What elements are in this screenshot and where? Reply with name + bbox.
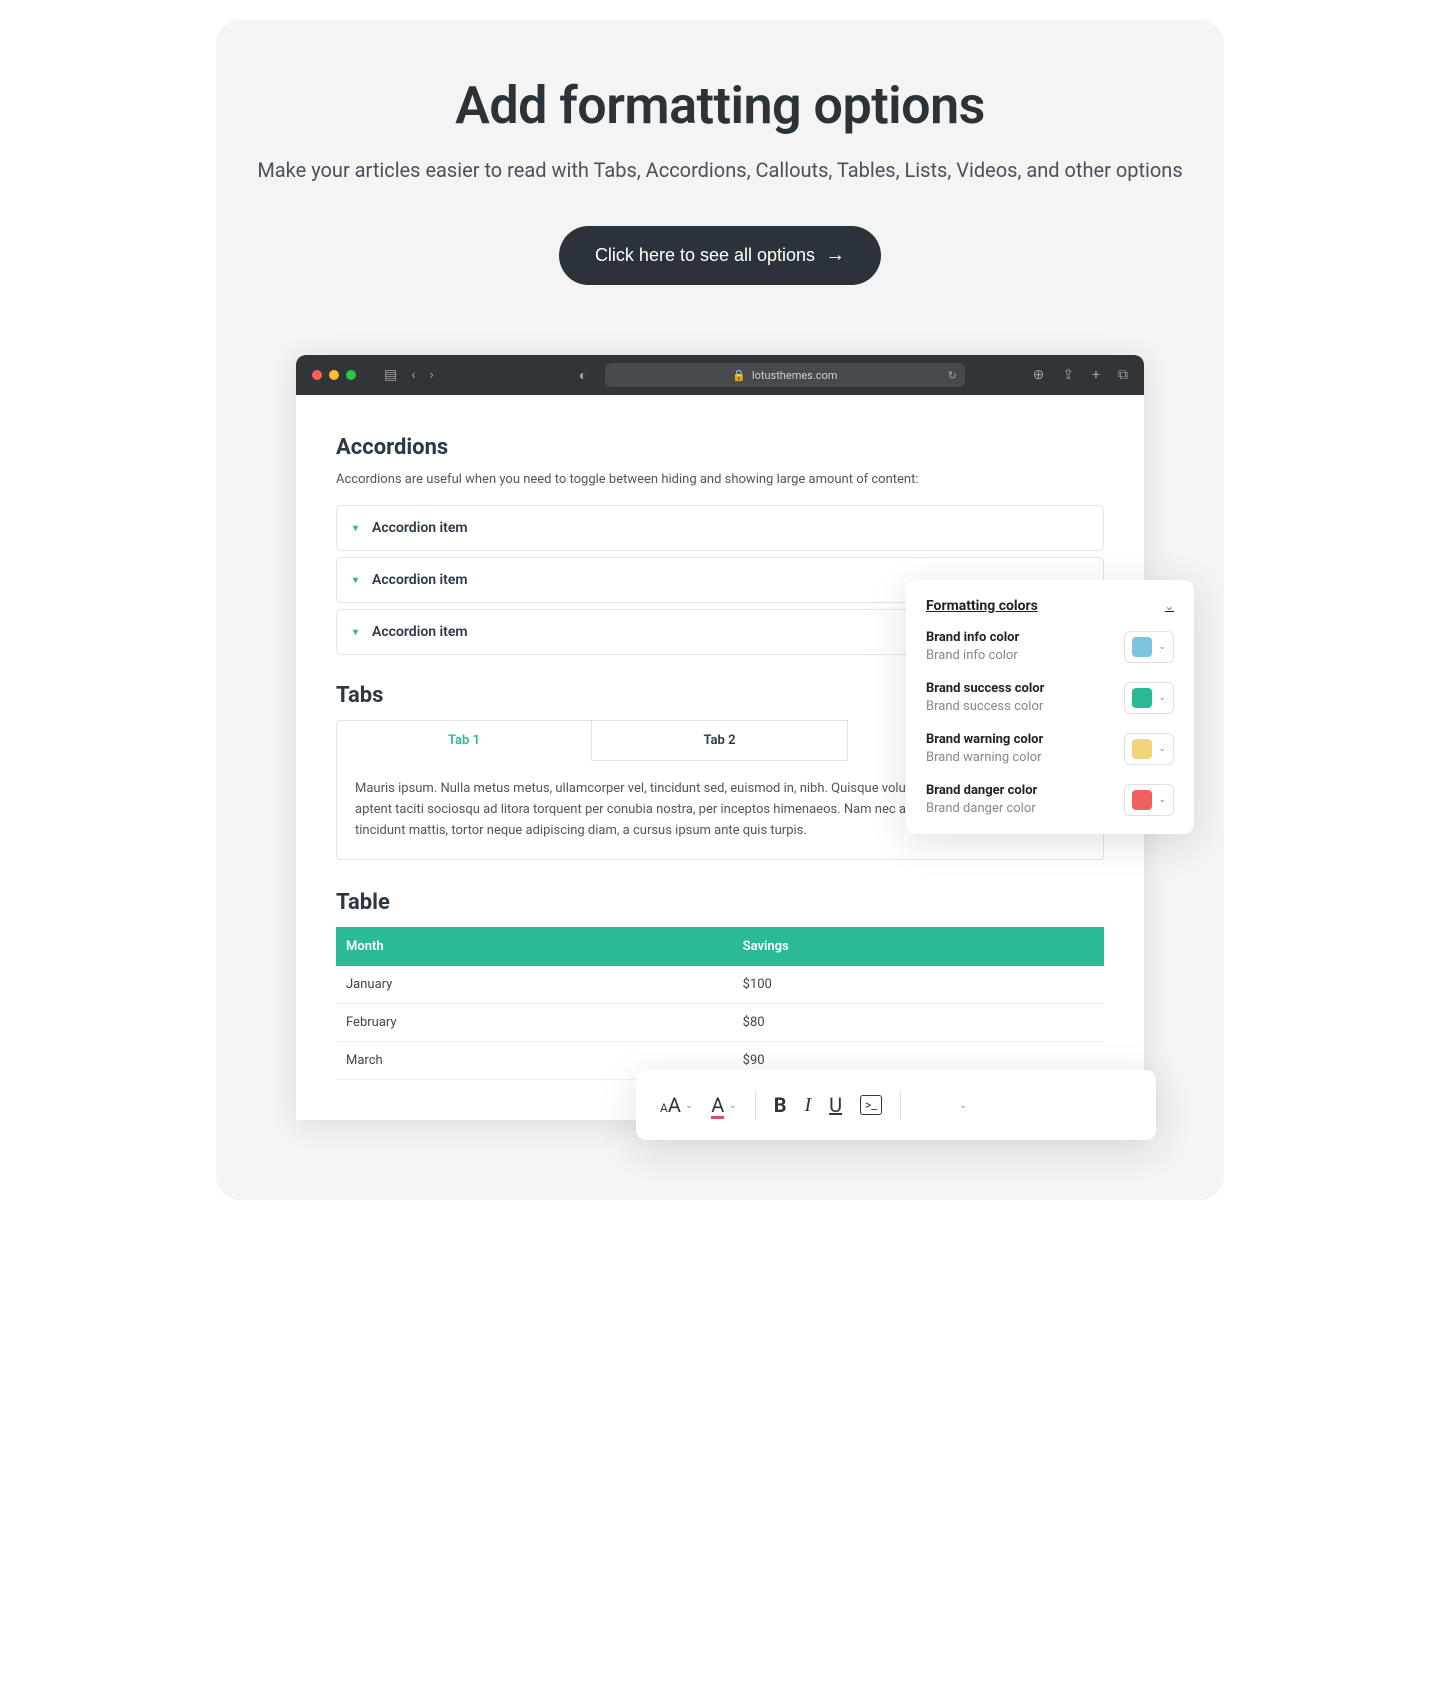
color-subtitle: Brand warning color xyxy=(926,750,1043,765)
url-field[interactable]: ◐ 🔒 lotusthemes.com ↻ xyxy=(605,363,965,387)
table-header-month: Month xyxy=(336,927,733,966)
cta-label: Click here to see all options xyxy=(595,245,815,266)
accordion-item[interactable]: ▾ Accordion item xyxy=(336,505,1104,551)
accordion-label: Accordion item xyxy=(372,520,468,536)
url-text: lotusthemes.com xyxy=(752,369,838,382)
cta-button[interactable]: Click here to see all options → xyxy=(559,226,881,285)
chevron-down-icon: ⌄ xyxy=(959,1100,967,1111)
panel-title-label: Formatting colors xyxy=(926,598,1038,614)
color-subtitle: Brand info color xyxy=(926,648,1019,663)
color-setting-success: Brand success color Brand success color … xyxy=(926,681,1174,714)
color-picker-button[interactable]: ⌄ xyxy=(1124,733,1174,765)
table-cell: $100 xyxy=(733,966,1104,1004)
color-setting-info: Brand info color Brand info color ⌄ xyxy=(926,630,1174,663)
bold-button[interactable]: B xyxy=(774,1093,787,1117)
forward-icon[interactable]: › xyxy=(429,367,433,383)
panel-title[interactable]: Formatting colors ⌄ xyxy=(926,598,1174,614)
align-button[interactable]: ⌄ xyxy=(955,1100,967,1111)
accordions-description: Accordions are useful when you need to t… xyxy=(336,472,1104,487)
downloads-icon[interactable]: ⊕ xyxy=(1033,367,1045,383)
chevron-down-icon: ⌄ xyxy=(1165,600,1174,613)
chevron-down-icon: ▾ xyxy=(353,627,358,638)
color-setting-danger: Brand danger color Brand danger color ⌄ xyxy=(926,783,1174,816)
italic-button[interactable]: I xyxy=(804,1094,811,1117)
chevron-down-icon: ⌄ xyxy=(1158,795,1166,805)
close-window-icon[interactable] xyxy=(312,370,322,380)
back-icon[interactable]: ‹ xyxy=(411,367,415,383)
table-row: January $100 xyxy=(336,966,1104,1004)
share-icon[interactable]: ⇪ xyxy=(1062,367,1074,383)
table-cell: $80 xyxy=(733,1004,1104,1042)
swatch-icon xyxy=(1132,688,1152,708)
swatch-icon xyxy=(1132,637,1152,657)
formatting-toolbar: AA ⌄ A ⌄ B I U >_ 123 ⌄ xyxy=(636,1070,1156,1140)
swatch-icon xyxy=(1132,739,1152,759)
page-subtitle: Make your articles easier to read with T… xyxy=(256,154,1184,186)
font-size-button[interactable]: AA ⌄ xyxy=(660,1093,693,1117)
accordions-heading: Accordions xyxy=(336,435,1104,460)
font-color-button[interactable]: A ⌄ xyxy=(711,1093,736,1117)
code-block-button[interactable]: >_ xyxy=(860,1095,882,1115)
color-setting-warning: Brand warning color Brand warning color … xyxy=(926,732,1174,765)
accordion-label: Accordion item xyxy=(372,624,468,640)
color-title: Brand success color xyxy=(926,681,1044,696)
formatting-colors-panel: Formatting colors ⌄ Brand info color Bra… xyxy=(906,580,1194,834)
tab-2[interactable]: Tab 2 xyxy=(592,720,848,761)
minimize-window-icon[interactable] xyxy=(329,370,339,380)
chevron-down-icon: ▾ xyxy=(353,575,358,586)
color-picker-button[interactable]: ⌄ xyxy=(1124,682,1174,714)
color-subtitle: Brand danger color xyxy=(926,801,1037,816)
table-header-savings: Savings xyxy=(733,927,1104,966)
color-picker-button[interactable]: ⌄ xyxy=(1124,784,1174,816)
chevron-down-icon: ⌄ xyxy=(685,1100,693,1111)
color-subtitle: Brand success color xyxy=(926,699,1044,714)
chevron-down-icon: ⌄ xyxy=(1158,744,1166,754)
page-title: Add formatting options xyxy=(256,75,1184,136)
color-title: Brand danger color xyxy=(926,783,1037,798)
browser-toolbar: ▤ ‹ › ◐ 🔒 lotusthemes.com ↻ ⊕ ⇪ + ⧉ xyxy=(296,355,1144,395)
chevron-down-icon: ⌄ xyxy=(1158,642,1166,652)
table-cell: January xyxy=(336,966,733,1004)
divider xyxy=(755,1090,756,1120)
data-table: Month Savings January $100 February $80 xyxy=(336,927,1104,1080)
tab-1[interactable]: Tab 1 xyxy=(336,720,592,761)
color-picker-button[interactable]: ⌄ xyxy=(1124,631,1174,663)
new-tab-icon[interactable]: + xyxy=(1092,367,1100,383)
divider xyxy=(900,1090,901,1120)
table-cell: February xyxy=(336,1004,733,1042)
arrow-right-icon: → xyxy=(825,244,845,267)
shield-icon: ◐ xyxy=(579,367,587,384)
accordion-label: Accordion item xyxy=(372,572,468,588)
chevron-down-icon: ▾ xyxy=(353,523,358,534)
color-title: Brand warning color xyxy=(926,732,1043,747)
sidebar-icon[interactable]: ▤ xyxy=(384,367,397,383)
chevron-down-icon: ⌄ xyxy=(728,1100,736,1111)
reload-icon[interactable]: ↻ xyxy=(948,369,957,382)
maximize-window-icon[interactable] xyxy=(346,370,356,380)
table-row: February $80 xyxy=(336,1004,1104,1042)
tabs-icon[interactable]: ⧉ xyxy=(1118,367,1128,383)
chevron-down-icon: ⌄ xyxy=(1158,693,1166,703)
underline-button[interactable]: U xyxy=(829,1093,842,1117)
table-heading: Table xyxy=(336,890,1104,915)
swatch-icon xyxy=(1132,790,1152,810)
lock-icon: 🔒 xyxy=(732,369,746,382)
color-title: Brand info color xyxy=(926,630,1019,645)
